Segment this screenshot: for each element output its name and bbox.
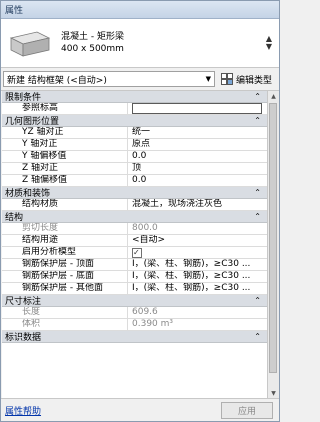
scroll-up-icon[interactable]: ▲ (268, 91, 279, 102)
palette-titlebar[interactable]: 属性 (1, 1, 279, 19)
chevron-down-icon: ▼ (205, 75, 211, 83)
instance-selector-row: 新建 结构框架 (<自动>) ▼ 编辑类型 (1, 68, 279, 91)
prop-value[interactable]: 0.0 (128, 175, 267, 186)
row-z-justification[interactable]: Z 轴对正 顶 (2, 163, 267, 175)
prop-value[interactable]: <自动> (128, 235, 267, 246)
prop-label: Y 轴对正 (2, 139, 128, 150)
prop-value[interactable]: 原点 (128, 139, 267, 150)
section-identity-data[interactable]: 标识数据 ⌃ (2, 331, 267, 343)
properties-palette: 属性 混凝土 - 矩形梁 400 x 500mm ▲ ▼ 新建 结构框架 (<自动… (0, 0, 280, 422)
instance-filter-value: 新建 结构框架 (<自动>) (7, 75, 107, 86)
section-dimensions[interactable]: 尺寸标注 ⌃ (2, 295, 267, 307)
collapse-icon[interactable]: ⌃ (254, 296, 261, 305)
prop-value[interactable]: I，(梁、柱、钢筋)，≥C30 ... (128, 271, 267, 282)
properties-help-link[interactable]: 属性帮助 (5, 404, 41, 417)
prop-label: Y 轴偏移值 (2, 151, 128, 162)
prop-label: YZ 轴对正 (2, 127, 128, 138)
prop-label: 体积 (2, 319, 128, 330)
prop-value[interactable]: I，(梁、柱、钢筋)，≥C30 ... (128, 259, 267, 270)
section-title: 几何图形位置 (5, 117, 60, 127)
palette-title: 属性 (5, 6, 24, 16)
edit-type-button[interactable]: 编辑类型 (219, 70, 274, 88)
section-title: 限制条件 (5, 93, 42, 103)
section-geometry[interactable]: 几何图形位置 ⌃ (2, 115, 267, 127)
reference-level-input[interactable] (132, 103, 262, 114)
type-preview[interactable]: 混凝土 - 矩形梁 400 x 500mm ▲ ▼ (1, 19, 279, 68)
prop-label: 剪切长度 (2, 223, 128, 234)
row-structural-usage[interactable]: 结构用途 <自动> (2, 235, 267, 247)
vertical-scrollbar[interactable]: ▲ ▼ (267, 91, 279, 399)
prop-label: 钢筋保护层 - 底面 (2, 271, 128, 282)
prop-value[interactable]: 混凝土，现场浇注灰色 (128, 199, 267, 210)
row-volume: 体积 0.390 m³ (2, 319, 267, 331)
row-rebar-cover-bottom[interactable]: 钢筋保护层 - 底面 I，(梁、柱、钢筋)，≥C30 ... (2, 271, 267, 283)
collapse-icon[interactable]: ⌃ (254, 332, 261, 341)
collapse-icon[interactable]: ⌃ (254, 188, 261, 197)
prop-value: 609.6 (132, 307, 158, 317)
row-y-justification[interactable]: Y 轴对正 原点 (2, 139, 267, 151)
section-structure[interactable]: 结构 ⌃ (2, 211, 267, 223)
edit-type-icon (221, 73, 233, 85)
type-name: 400 x 500mm (61, 44, 124, 54)
prop-value[interactable]: 顶 (128, 163, 267, 174)
prop-value: 800.0 (132, 223, 158, 233)
row-structural-material[interactable]: 结构材质 混凝土，现场浇注灰色 (2, 199, 267, 211)
type-dropdown-chevron-icon[interactable]: ▲ ▼ (263, 35, 275, 51)
prop-label: 钢筋保护层 - 顶面 (2, 259, 128, 270)
edit-type-label: 编辑类型 (236, 75, 273, 86)
prop-label: 钢筋保护层 - 其他面 (2, 283, 128, 294)
section-title: 结构 (5, 213, 24, 223)
prop-value (128, 103, 267, 114)
prop-label: 长度 (2, 307, 128, 318)
section-materials[interactable]: 材质和装饰 ⌃ (2, 187, 267, 199)
prop-label: 启用分析模型 (2, 247, 128, 258)
property-grid: 限制条件 ⌃ 参照标高 几何图形位置 ⌃ YZ 轴对正 统一 Y 轴对正 原点 … (2, 91, 267, 399)
prop-label: Z 轴偏移值 (2, 175, 128, 186)
row-cut-length: 剪切长度 800.0 (2, 223, 267, 235)
collapse-icon[interactable]: ⌃ (254, 212, 261, 221)
prop-value[interactable]: 统一 (128, 127, 267, 138)
prop-value[interactable]: I，(梁、柱、钢筋)，≥C30 ... (128, 283, 267, 294)
prop-label: Z 轴对正 (2, 163, 128, 174)
row-y-offset[interactable]: Y 轴偏移值 0.0 (2, 151, 267, 163)
prop-value: 0.390 m³ (132, 319, 174, 329)
section-constraints[interactable]: 限制条件 ⌃ (2, 91, 267, 103)
palette-footer: 属性帮助 应用 (1, 398, 279, 421)
prop-label: 结构用途 (2, 235, 128, 246)
apply-button[interactable]: 应用 (221, 401, 273, 419)
prop-value[interactable]: 0.0 (128, 151, 267, 162)
section-title: 尺寸标注 (5, 297, 42, 307)
collapse-icon[interactable]: ⌃ (254, 116, 261, 125)
row-length: 长度 609.6 (2, 307, 267, 319)
section-title: 标识数据 (5, 333, 42, 343)
prop-label: 结构材质 (2, 199, 128, 210)
instance-filter-dropdown[interactable]: 新建 结构框架 (<自动>) ▼ (3, 71, 215, 87)
analytical-model-checkbox[interactable] (132, 247, 142, 258)
row-rebar-cover-top[interactable]: 钢筋保护层 - 顶面 I，(梁、柱、钢筋)，≥C30 ... (2, 259, 267, 271)
beam-thumbnail-icon (9, 31, 51, 57)
scrollbar-thumb[interactable] (269, 103, 277, 373)
prop-label: 参照标高 (2, 103, 128, 114)
section-title: 材质和装饰 (5, 189, 51, 199)
row-analytical-model: 启用分析模型 (2, 247, 267, 259)
row-rebar-cover-other[interactable]: 钢筋保护层 - 其他面 I，(梁、柱、钢筋)，≥C30 ... (2, 283, 267, 295)
prop-value (128, 247, 267, 258)
collapse-icon[interactable]: ⌃ (254, 92, 261, 101)
family-name: 混凝土 - 矩形梁 (61, 32, 124, 42)
row-yz-justification[interactable]: YZ 轴对正 统一 (2, 127, 267, 139)
